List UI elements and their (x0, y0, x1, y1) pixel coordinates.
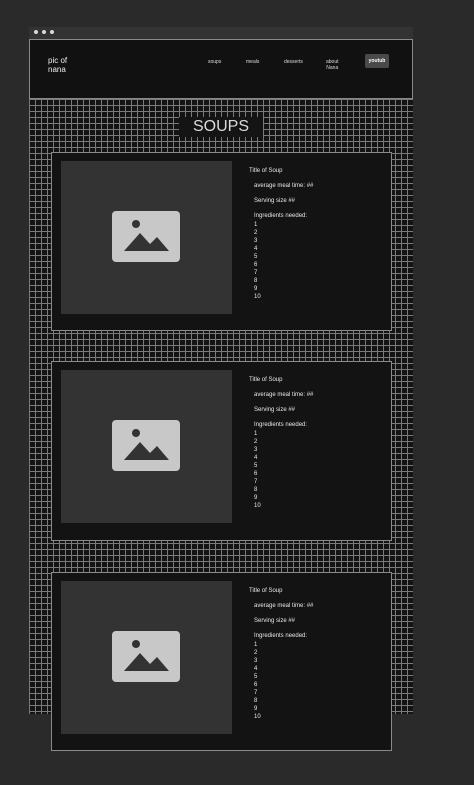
ingredient-item: 8 (254, 698, 258, 704)
ingredient-item: 8 (254, 487, 258, 493)
window-dot-icon[interactable] (42, 30, 46, 34)
youtube-button[interactable]: youtub (365, 54, 389, 68)
ingredient-item: 9 (254, 286, 258, 292)
ingredient-item: 3 (254, 658, 258, 664)
ingredients-list: 1 2 3 4 5 6 7 8 9 10 (254, 221, 261, 301)
recipe-title: Title of Soup (249, 377, 283, 383)
main-nav: soups meals desserts about Nana youtub (200, 54, 400, 78)
ingredient-item: 5 (254, 674, 258, 680)
page-title: SOUPS (179, 117, 263, 137)
ingredient-item: 1 (254, 642, 258, 648)
ingredient-item: 5 (254, 254, 258, 260)
logo[interactable]: pic of nana (48, 56, 88, 74)
nav-about-nana[interactable]: about Nana (326, 59, 339, 71)
ingredient-item: 6 (254, 682, 258, 688)
ingredients-heading: Ingredients needed: (254, 633, 308, 639)
ingredients-list: 1 2 3 4 5 6 7 8 9 10 (254, 430, 261, 510)
ingredient-item: 10 (254, 503, 261, 509)
image-placeholder-icon (112, 420, 180, 471)
ingredient-item: 4 (254, 246, 258, 252)
recipe-card[interactable]: Title of Soup average meal time: ## Serv… (51, 152, 392, 331)
ingredient-item: 5 (254, 463, 258, 469)
ingredient-item: 2 (254, 230, 258, 236)
serving-size: Serving size ## (254, 198, 296, 204)
logo-line: pic of (48, 56, 68, 65)
browser-window-bar (29, 27, 413, 39)
window-dot-icon[interactable] (50, 30, 54, 34)
ingredient-item: 9 (254, 706, 258, 712)
ingredient-item: 3 (254, 238, 258, 244)
ingredient-item: 9 (254, 495, 258, 501)
ingredients-heading: Ingredients needed: (254, 213, 308, 219)
site-header: pic of nana soups meals desserts about N… (29, 39, 413, 99)
meal-time: average meal time: ## (254, 392, 314, 398)
ingredient-item: 4 (254, 455, 258, 461)
recipe-photo[interactable] (61, 161, 232, 314)
site-canvas: pic of nana soups meals desserts about N… (29, 39, 413, 751)
nav-soups[interactable]: soups (208, 59, 221, 65)
ingredient-item: 2 (254, 439, 258, 445)
logo-line: nana (48, 65, 66, 74)
serving-size: Serving size ## (254, 407, 296, 413)
ingredients-heading: Ingredients needed: (254, 422, 308, 428)
image-placeholder-icon (112, 631, 180, 682)
ingredient-item: 8 (254, 278, 258, 284)
meal-time: average meal time: ## (254, 183, 314, 189)
recipe-title: Title of Soup (249, 168, 283, 174)
recipe-photo[interactable] (61, 581, 232, 734)
ingredient-item: 7 (254, 690, 258, 696)
recipe-title: Title of Soup (249, 588, 283, 594)
serving-size: Serving size ## (254, 618, 296, 624)
ingredient-item: 10 (254, 294, 261, 300)
ingredient-item: 7 (254, 479, 258, 485)
ingredient-item: 2 (254, 650, 258, 656)
meal-time: average meal time: ## (254, 603, 314, 609)
ingredient-item: 3 (254, 447, 258, 453)
nav-desserts[interactable]: desserts (284, 59, 303, 65)
recipe-card[interactable]: Title of Soup average meal time: ## Serv… (51, 361, 392, 541)
nav-meals[interactable]: meals (246, 59, 259, 65)
window-dot-icon[interactable] (34, 30, 38, 34)
ingredient-item: 6 (254, 262, 258, 268)
ingredients-list: 1 2 3 4 5 6 7 8 9 10 (254, 641, 261, 721)
ingredient-item: 4 (254, 666, 258, 672)
recipe-card[interactable]: Title of Soup average meal time: ## Serv… (51, 572, 392, 751)
ingredient-item: 10 (254, 714, 261, 720)
ingredient-item: 7 (254, 270, 258, 276)
recipe-photo[interactable] (61, 370, 232, 523)
nav-about-line: Nana (326, 65, 339, 71)
ingredient-item: 1 (254, 222, 258, 228)
ingredient-item: 1 (254, 431, 258, 437)
ingredient-item: 6 (254, 471, 258, 477)
image-placeholder-icon (112, 211, 180, 262)
